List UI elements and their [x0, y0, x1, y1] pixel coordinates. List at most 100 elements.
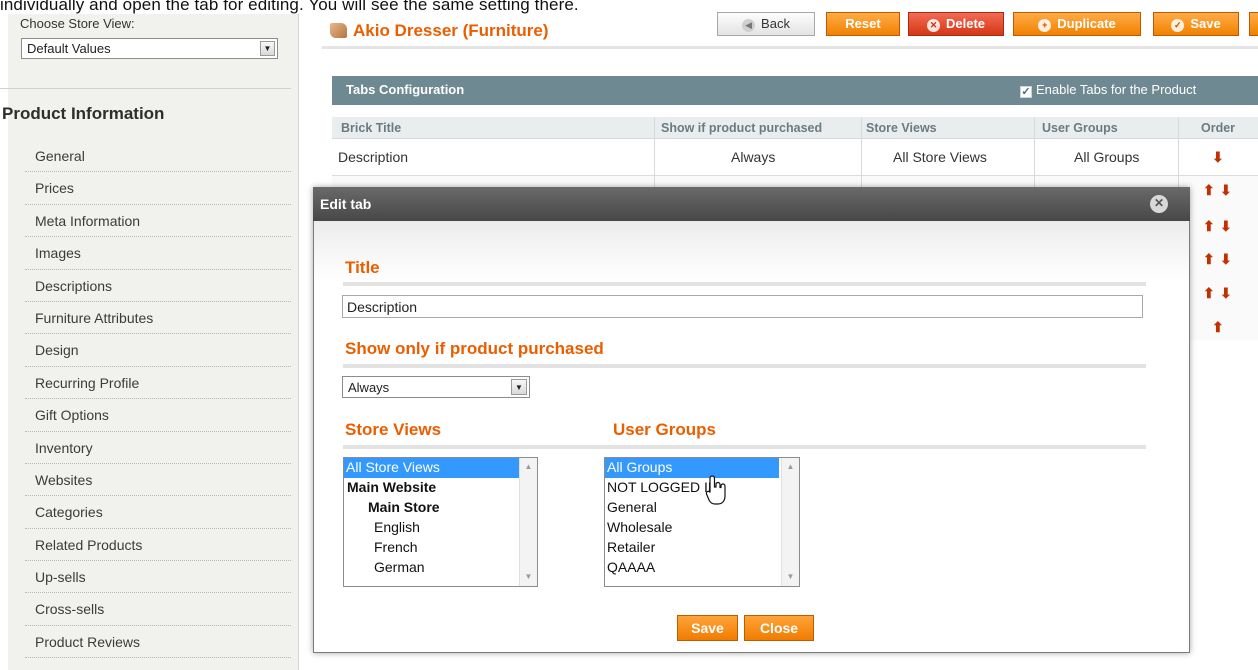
section-rule: [343, 282, 1146, 286]
product-title-text: Akio Dresser (Furniture): [353, 21, 549, 40]
checkbox-icon[interactable]: ✓: [1020, 86, 1032, 98]
sidebar-item-inventory[interactable]: Inventory: [25, 432, 291, 464]
save-button-label: Save: [1190, 16, 1221, 31]
list-item[interactable]: Main Website: [344, 478, 537, 498]
row-store-views: All Store Views: [893, 149, 987, 165]
sidebar-item-recurring-profile[interactable]: Recurring Profile: [25, 367, 291, 400]
sidebar-item-categories[interactable]: Categories: [25, 496, 291, 529]
reset-button[interactable]: Reset: [826, 12, 900, 36]
list-item[interactable]: General: [605, 498, 799, 518]
arrow-up-icon[interactable]: ⬆: [1203, 219, 1215, 233]
sidebar-item-design[interactable]: Design: [25, 334, 291, 367]
duplicate-button-label: Duplicate: [1057, 16, 1116, 31]
sidebar-nav: General Prices Meta Information Images D…: [25, 140, 291, 659]
arrow-down-icon[interactable]: ⬇: [1220, 183, 1232, 197]
user-groups-heading: User Groups: [613, 420, 716, 439]
product-information-title: Product Information: [2, 104, 165, 123]
list-item[interactable]: Retailer: [605, 538, 799, 558]
list-item[interactable]: All Store Views: [344, 458, 537, 478]
title-section-heading: Title: [345, 258, 380, 277]
dialog-header-gradient: [314, 221, 1189, 281]
sidebar-item-cross-sells[interactable]: Cross-sells: [25, 593, 291, 626]
user-groups-listbox[interactable]: All Groups NOT LOGGED IN General Wholesa…: [604, 457, 800, 587]
sidebar-item-product-reviews[interactable]: Product Reviews: [25, 626, 291, 659]
arrow-up-icon[interactable]: ⬆: [1203, 183, 1215, 197]
close-icon[interactable]: ✕: [1150, 195, 1168, 213]
store-views-listbox[interactable]: All Store Views Main Website Main Store …: [343, 457, 538, 587]
list-item[interactable]: NOT LOGGED IN: [605, 478, 799, 498]
enable-tabs-label: Enable Tabs for the Product: [1036, 82, 1197, 97]
more-button[interactable]: [1249, 12, 1258, 36]
back-arrow-icon: ◀: [742, 19, 756, 32]
chevron-down-icon: ▼: [260, 41, 275, 56]
sidebar-item-gift-options[interactable]: Gift Options: [25, 399, 291, 432]
list-item[interactable]: Main Store: [344, 498, 537, 518]
arrow-up-icon[interactable]: ⬆: [1203, 286, 1215, 300]
scroll-down-icon[interactable]: ▼: [520, 569, 537, 585]
instruction-caption: individually and open the tab for editin…: [0, 0, 579, 14]
col-order: Order: [1201, 121, 1236, 135]
store-view-label: Choose Store View:: [20, 16, 135, 31]
arrow-up-icon[interactable]: ⬆: [1203, 252, 1215, 266]
plus-icon: +: [1038, 19, 1052, 32]
scroll-up-icon[interactable]: ▲: [782, 459, 799, 475]
delete-icon: ✕: [926, 19, 940, 32]
store-view-select[interactable]: Default Values ▼: [21, 38, 278, 59]
tabs-config-title: Tabs Configuration: [346, 82, 465, 97]
title-input[interactable]: [342, 295, 1143, 318]
purchased-select[interactable]: Always ▼: [342, 376, 530, 398]
listbox-scrollbar[interactable]: ▲ ▼: [519, 458, 537, 586]
list-item[interactable]: All Groups: [605, 458, 779, 478]
save-button[interactable]: ✓ Save: [1153, 12, 1239, 36]
list-item[interactable]: English: [344, 518, 537, 538]
sidebar-divider: [0, 88, 291, 89]
sidebar-item-meta-information[interactable]: Meta Information: [25, 205, 291, 238]
sidebar-item-descriptions[interactable]: Descriptions: [25, 270, 291, 302]
list-item[interactable]: Wholesale: [605, 518, 799, 538]
delete-button[interactable]: ✕ Delete: [908, 12, 1004, 36]
header-divider: [322, 46, 1258, 49]
dialog-close-button[interactable]: Close: [744, 615, 814, 641]
section-rule: [343, 364, 1146, 368]
arrow-down-icon[interactable]: ⬇: [1220, 252, 1232, 266]
duplicate-button[interactable]: + Duplicate: [1013, 12, 1141, 36]
sidebar-item-images[interactable]: Images: [25, 237, 291, 270]
scroll-up-icon[interactable]: ▲: [520, 459, 537, 475]
dialog-titlebar: [313, 187, 1190, 221]
back-button[interactable]: ◀ Back: [717, 12, 815, 36]
row-brick-title: Description: [338, 149, 409, 165]
section-rule: [343, 445, 1146, 449]
sidebar-item-up-sells[interactable]: Up-sells: [25, 561, 291, 594]
arrow-down-icon[interactable]: ⬇: [1220, 219, 1232, 233]
sidebar-item-general[interactable]: General: [25, 140, 291, 173]
store-view-select-value: Default Values: [27, 41, 111, 56]
page-title: Akio Dresser (Furniture): [330, 21, 549, 41]
chevron-down-icon: ▼: [511, 379, 527, 395]
list-item[interactable]: German: [344, 558, 537, 578]
listbox-scrollbar[interactable]: ▲ ▼: [781, 458, 799, 586]
store-views-heading: Store Views: [345, 420, 442, 439]
row-purchased: Always: [731, 149, 776, 165]
list-item[interactable]: French: [344, 538, 537, 558]
list-item[interactable]: QAAAA: [605, 558, 799, 578]
col-store-views: Store Views: [866, 121, 937, 135]
sidebar-item-furniture-attributes[interactable]: Furniture Attributes: [25, 302, 291, 335]
back-button-label: Back: [761, 16, 790, 31]
sidebar-item-related-products[interactable]: Related Products: [25, 529, 291, 562]
sidebar-item-websites[interactable]: Websites: [25, 464, 291, 497]
dialog-save-button[interactable]: Save: [677, 615, 738, 641]
scroll-down-icon[interactable]: ▼: [782, 569, 799, 585]
dialog-title: Edit tab: [320, 196, 372, 212]
enable-tabs-toggle[interactable]: ✓ Enable Tabs for the Product: [1020, 82, 1196, 98]
col-user-groups: User Groups: [1042, 121, 1118, 135]
arrow-down-icon[interactable]: ⬇: [1212, 150, 1224, 164]
product-icon: [330, 23, 347, 38]
purchased-select-value: Always: [348, 380, 390, 395]
arrow-down-icon[interactable]: ⬇: [1220, 286, 1232, 300]
col-show-if-purchased: Show if product purchased: [661, 121, 823, 135]
delete-button-label: Delete: [945, 16, 986, 31]
hand-cursor-icon: [705, 475, 726, 505]
check-icon: ✓: [1171, 19, 1185, 32]
arrow-up-icon[interactable]: ⬆: [1212, 320, 1224, 334]
sidebar-item-prices[interactable]: Prices: [25, 172, 291, 205]
